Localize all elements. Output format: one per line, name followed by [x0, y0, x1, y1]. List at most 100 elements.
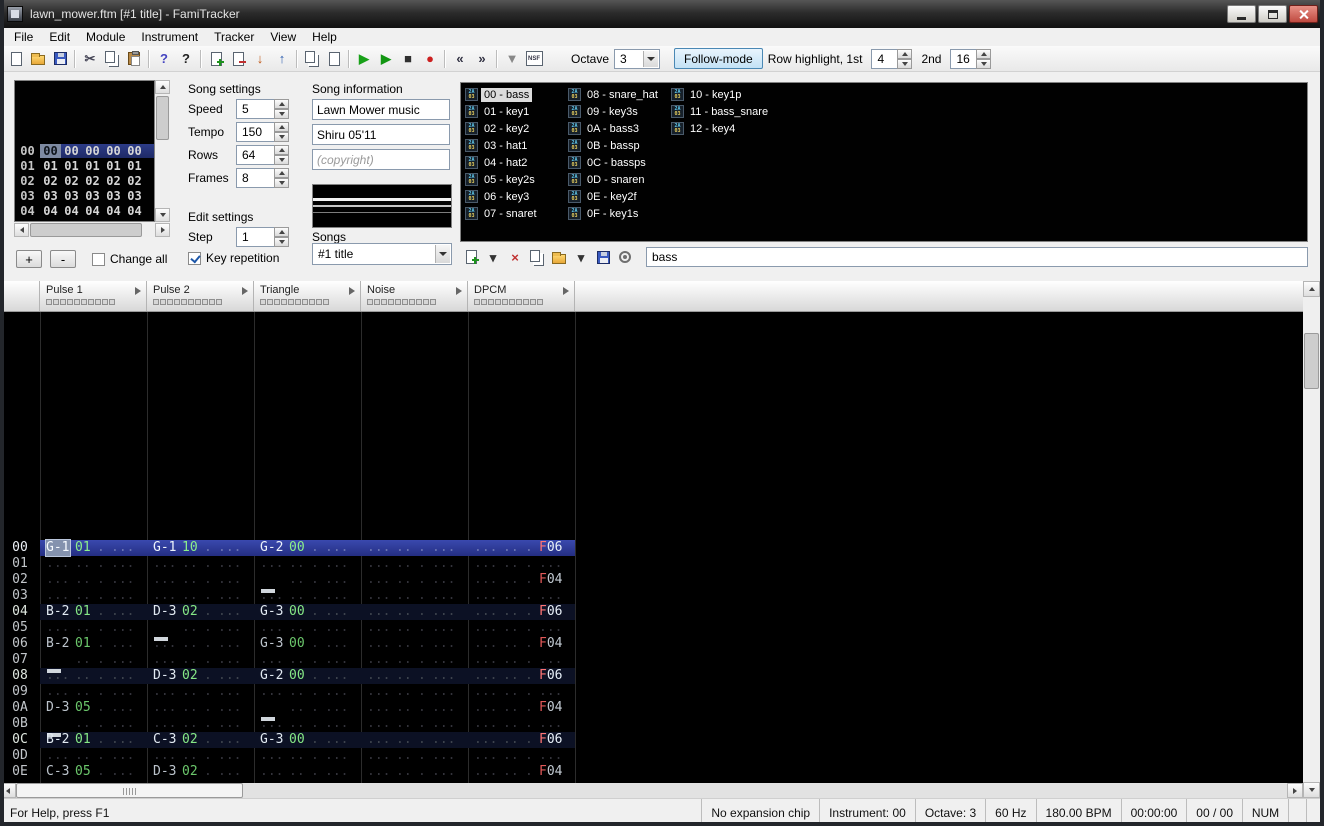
pattern-cell[interactable]: ......... — [254, 556, 361, 572]
pattern-cell[interactable]: ......... — [254, 764, 361, 780]
pattern-cell[interactable]: ......... — [468, 620, 575, 636]
pattern-cell[interactable]: G-101.... — [40, 540, 147, 556]
frame-row[interactable]: 020202020202 — [15, 173, 154, 188]
pattern-cell[interactable]: ......... — [147, 556, 254, 572]
frame-pattern-cell[interactable]: 00 — [103, 144, 124, 158]
pattern-cell[interactable]: ......... — [468, 652, 575, 668]
row-highlight-2nd-spinner[interactable]: 16 — [950, 49, 991, 69]
frame-pattern-cell[interactable]: 02 — [124, 174, 145, 188]
step-input[interactable]: 1 — [236, 227, 289, 247]
pattern-cell[interactable]: D-302.... — [147, 604, 254, 620]
play-pattern-button[interactable]: ▶ — [375, 48, 397, 70]
export-nsf-button[interactable]: NSF — [523, 48, 545, 70]
song-select[interactable]: #1 title — [312, 243, 452, 265]
pattern-body[interactable]: 00G-101....G-110....G-200...............… — [0, 312, 1303, 783]
instrument-item[interactable]: 2A030F - key1s — [568, 205, 671, 222]
pattern-cell[interactable]: G-300.... — [254, 604, 361, 620]
pattern-cell[interactable]: ......... — [147, 572, 254, 588]
pattern-cell[interactable]: ......F06 — [468, 540, 575, 556]
pattern-cell[interactable]: ...... — [40, 716, 147, 732]
scroll-right-button[interactable] — [1287, 783, 1303, 798]
instrument-name-input[interactable] — [646, 247, 1308, 267]
frame-pattern-cell[interactable]: 04 — [124, 204, 145, 218]
pattern-cell[interactable]: ......... — [468, 748, 575, 764]
song-copyright-input[interactable] — [312, 149, 450, 170]
pattern-cell[interactable]: ......... — [147, 748, 254, 764]
pattern-cell[interactable]: ......... — [40, 748, 147, 764]
play-button[interactable]: ▶ — [353, 48, 375, 70]
frame-pattern-cell[interactable]: 04 — [103, 204, 124, 218]
song-select-dropdown-button[interactable] — [435, 245, 450, 263]
menu-item-edit[interactable]: Edit — [41, 29, 78, 45]
spin-down-button[interactable] — [274, 155, 289, 165]
pattern-cell[interactable]: ......... — [147, 588, 254, 604]
pattern-hscrollbar[interactable] — [0, 783, 1303, 798]
stop-button[interactable]: ■ — [397, 48, 419, 70]
menu-item-tracker[interactable]: Tracker — [206, 29, 262, 45]
pattern-cell[interactable]: C-305.... — [40, 764, 147, 780]
frame-pattern-cell[interactable]: 02 — [82, 174, 103, 188]
pattern-cell[interactable]: ......... — [361, 652, 468, 668]
frame-pattern-cell[interactable]: 00 — [40, 144, 61, 158]
paste-button[interactable] — [123, 48, 145, 70]
spin-up-button[interactable] — [274, 122, 289, 132]
instrument-item[interactable]: 2A030E - key2f — [568, 188, 671, 205]
pattern-vscrollbar[interactable] — [1303, 281, 1320, 798]
pattern-cell[interactable]: ......... — [361, 572, 468, 588]
pattern-cell[interactable]: G-300.... — [254, 732, 361, 748]
channel-header-dpcm[interactable]: DPCM — [468, 281, 575, 311]
pattern-cell[interactable]: D-302.... — [147, 764, 254, 780]
pattern-cell[interactable]: ......... — [40, 620, 147, 636]
song-artist-input[interactable] — [312, 124, 450, 145]
pattern-cell[interactable]: ...... — [254, 700, 361, 716]
pattern-cell[interactable]: ......F04 — [468, 700, 575, 716]
scroll-left-button[interactable] — [14, 223, 29, 237]
pattern-cell[interactable]: D-302.... — [147, 668, 254, 684]
close-button[interactable] — [1289, 5, 1318, 23]
pattern-cell[interactable]: ......... — [254, 588, 361, 604]
row-highlight-1st-spinner[interactable]: 4 — [871, 49, 912, 69]
frame-row[interactable]: 000000000000 — [15, 143, 154, 158]
instrument-item[interactable]: 2A0311 - bass_snare — [671, 103, 774, 120]
frame-pattern-cell[interactable]: 03 — [103, 189, 124, 203]
instrument-item[interactable]: 2A0306 - key3 — [465, 188, 568, 205]
menu-item-instrument[interactable]: Instrument — [133, 29, 206, 45]
spin-down-button[interactable] — [976, 59, 991, 69]
title-bar[interactable]: lawn_mower.ftm [#1 title] - FamiTracker — [0, 0, 1324, 28]
channel-header-pulse1[interactable]: Pulse 1 — [40, 281, 147, 311]
pattern-cell[interactable]: ......... — [147, 652, 254, 668]
instrument-properties-button[interactable] — [614, 246, 636, 268]
maximize-button[interactable] — [1258, 5, 1287, 23]
pattern-cell[interactable]: ...... — [147, 620, 254, 636]
spin-up-button[interactable] — [274, 145, 289, 155]
pattern-cell[interactable]: ......... — [361, 716, 468, 732]
frame-pattern-cell[interactable]: 01 — [82, 159, 103, 173]
pattern-cell[interactable]: B-201.... — [40, 604, 147, 620]
pattern-cell[interactable]: ......... — [40, 684, 147, 700]
pattern-cell[interactable]: ......... — [468, 684, 575, 700]
open-file-button[interactable] — [27, 48, 49, 70]
context-help-button[interactable]: ? — [175, 48, 197, 70]
clone-frame-button[interactable] — [301, 48, 323, 70]
frame-pattern-cell[interactable]: 02 — [103, 174, 124, 188]
pattern-cell[interactable]: C-302.... — [147, 732, 254, 748]
frame-pattern-cell[interactable]: 03 — [40, 189, 61, 203]
instrument-item[interactable]: 2A0303 - hat1 — [465, 137, 568, 154]
pattern-cell[interactable]: ......... — [361, 764, 468, 780]
load-instrument-button[interactable] — [548, 246, 570, 268]
pattern-cell[interactable]: ......... — [254, 684, 361, 700]
song-name-input[interactable] — [312, 99, 450, 120]
scrollbar-track[interactable] — [143, 223, 155, 237]
scroll-right-button[interactable] — [155, 223, 170, 237]
scrollbar-thumb[interactable] — [1304, 333, 1319, 389]
scroll-down-button[interactable] — [155, 208, 170, 222]
frame-editor-hscrollbar[interactable] — [14, 223, 170, 237]
instrument-item[interactable]: 2A0312 - key4 — [671, 120, 774, 137]
channel-header-noise[interactable]: Noise — [361, 281, 468, 311]
pattern-cell[interactable]: ......... — [361, 588, 468, 604]
pattern-cell[interactable]: ......F04 — [468, 764, 575, 780]
pattern-cell[interactable]: ......... — [254, 748, 361, 764]
pattern-cell[interactable]: ......... — [147, 716, 254, 732]
instrument-item[interactable]: 2A030B - bassp — [568, 137, 671, 154]
pattern-cell[interactable]: ......... — [254, 620, 361, 636]
